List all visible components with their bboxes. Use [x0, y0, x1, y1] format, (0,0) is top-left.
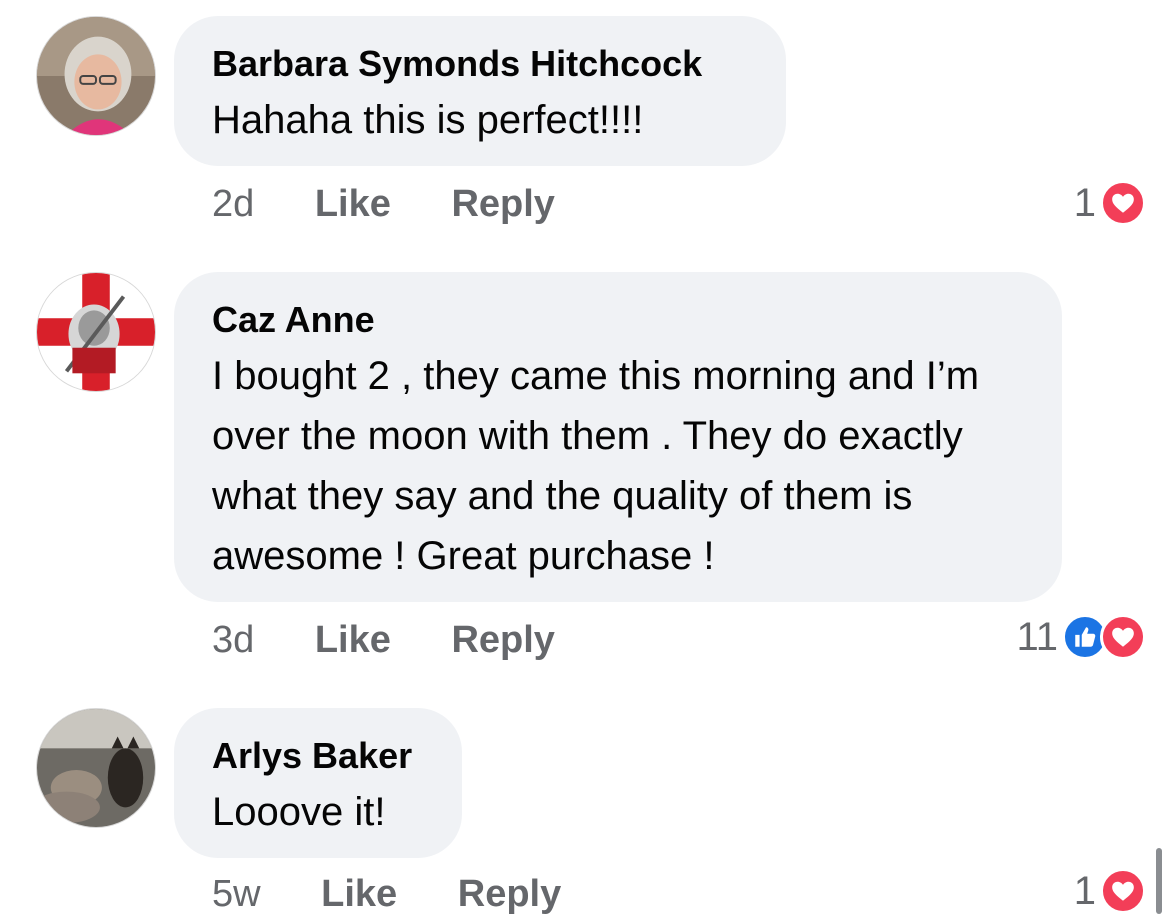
comment-text: Looove it! [212, 790, 386, 834]
avatar[interactable] [36, 708, 156, 828]
like-button[interactable]: Like [321, 870, 397, 917]
reply-button[interactable]: Reply [458, 870, 561, 917]
comment-thread: Barbara Symonds Hitchcock Hahaha this is… [0, 0, 1170, 917]
scrollbar[interactable] [1156, 848, 1162, 914]
comment-actions: 5w Like Reply [212, 870, 611, 917]
love-icon [1100, 868, 1146, 914]
comment-author[interactable]: Arlys Baker [212, 734, 424, 778]
comment-bubble: Arlys Baker Looove it! [174, 708, 462, 858]
reaction-count: 1 [1073, 868, 1096, 913]
comment-timestamp[interactable]: 5w [212, 870, 261, 917]
comment-item: Arlys Baker Looove it! 5w Like Reply 1 [0, 0, 1170, 917]
reaction-summary[interactable]: 1 [1074, 866, 1146, 916]
avatar-photo [37, 709, 155, 827]
